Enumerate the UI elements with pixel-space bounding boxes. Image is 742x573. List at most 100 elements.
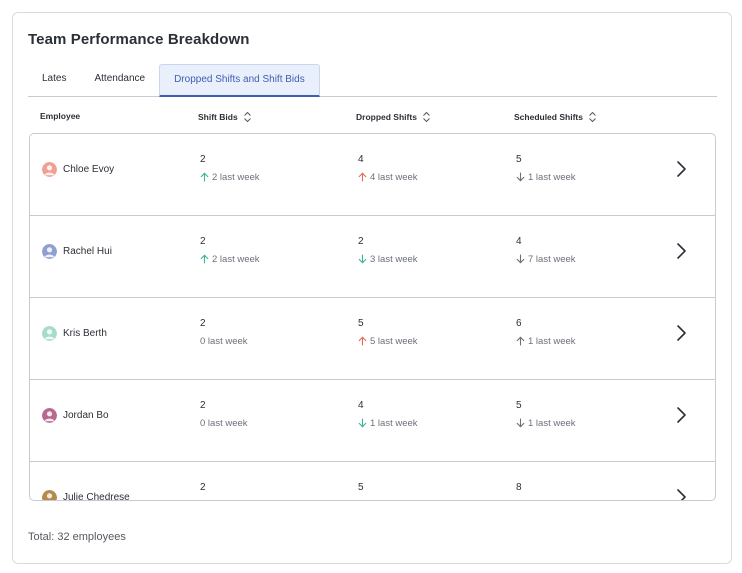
employee-cell: Kris Berth — [42, 298, 107, 368]
table-row[interactable]: Chloe Evoy 2 2 last week 4 4 last week 5… — [30, 134, 715, 216]
scheduled-shifts-delta: 7 last week — [516, 252, 576, 266]
employee-name: Jordan Bo — [63, 409, 109, 421]
delta-label: 2 last week — [212, 171, 260, 183]
column-header-label: Dropped Shifts — [356, 112, 417, 122]
shift-bids-delta: 0 last week — [200, 334, 248, 348]
arrow-up-icon — [200, 254, 209, 264]
employee-name: Kris Berth — [63, 327, 107, 339]
shift-bids-cell: 2 0 last week — [200, 318, 248, 348]
arrow-down-icon — [516, 418, 525, 428]
delta-label: 1 last week — [528, 417, 576, 429]
scheduled-shifts-value: 6 — [516, 318, 522, 329]
avatar — [42, 489, 57, 500]
delta-label: 3 last week — [370, 253, 418, 265]
delta-label: 1 last week — [528, 171, 576, 183]
tab-bar: Lates Attendance Dropped Shifts and Shif… — [28, 64, 717, 97]
scheduled-shifts-delta — [516, 498, 522, 500]
shift-bids-value: 2 — [200, 154, 206, 165]
table-row[interactable]: Kris Berth 2 0 last week 5 5 last week 6… — [30, 298, 715, 380]
employee-name: Rachel Hui — [63, 245, 112, 257]
person-avatar-icon — [42, 407, 57, 423]
avatar — [42, 407, 57, 423]
table-row[interactable]: Julie Chedrese 2 5 8 — [30, 462, 715, 501]
column-header-label: Employee — [40, 111, 81, 121]
dropped-shifts-cell: 4 4 last week — [358, 154, 418, 184]
dropped-shifts-cell: 4 1 last week — [358, 400, 418, 430]
dropped-shifts-cell: 5 5 last week — [358, 318, 418, 348]
delta-label: 7 last week — [528, 253, 576, 265]
table-row[interactable]: Rachel Hui 2 2 last week 2 3 last week 4… — [30, 216, 715, 298]
chevron-right-icon[interactable] — [675, 488, 687, 501]
employee-table-body: Chloe Evoy 2 2 last week 4 4 last week 5… — [29, 133, 716, 501]
column-header-scheduled-shifts[interactable]: Scheduled Shifts — [514, 111, 597, 123]
employee-name: Julie Chedrese — [63, 491, 130, 501]
arrow-up-icon — [358, 336, 367, 346]
person-avatar-icon — [42, 489, 57, 500]
column-header-shift-bids[interactable]: Shift Bids — [198, 111, 252, 123]
arrow-down-icon — [516, 172, 525, 182]
employee-cell: Jordan Bo — [42, 380, 109, 450]
dropped-shifts-value: 4 — [358, 400, 364, 411]
shift-bids-cell: 2 0 last week — [200, 400, 248, 430]
sort-icon[interactable] — [588, 111, 597, 123]
delta-label: 0 last week — [200, 335, 248, 347]
column-header-dropped-shifts[interactable]: Dropped Shifts — [356, 111, 431, 123]
dropped-shifts-value: 5 — [358, 318, 364, 329]
dropped-shifts-value: 5 — [358, 482, 364, 493]
shift-bids-cell: 2 — [200, 482, 206, 500]
table-row[interactable]: Jordan Bo 2 0 last week 4 1 last week 5 … — [30, 380, 715, 462]
scheduled-shifts-cell: 5 1 last week — [516, 400, 576, 430]
scheduled-shifts-value: 5 — [516, 400, 522, 411]
sort-icon[interactable] — [422, 111, 431, 123]
table-header: Employee Shift Bids Dropped Shifts Sched… — [28, 111, 717, 127]
shift-bids-cell: 2 2 last week — [200, 154, 260, 184]
person-avatar-icon — [42, 243, 57, 259]
person-avatar-icon — [42, 161, 57, 177]
dropped-shifts-cell: 5 — [358, 482, 364, 500]
delta-label: 1 last week — [528, 335, 576, 347]
scheduled-shifts-value: 5 — [516, 154, 522, 165]
chevron-right-icon[interactable] — [675, 242, 687, 260]
scheduled-shifts-value: 8 — [516, 482, 522, 493]
chevron-right-icon[interactable] — [675, 324, 687, 342]
team-performance-card: Team Performance Breakdown Lates Attenda… — [12, 12, 732, 564]
dropped-shifts-delta — [358, 498, 364, 500]
delta-label: 2 last week — [212, 253, 260, 265]
scheduled-shifts-delta: 1 last week — [516, 416, 576, 430]
scheduled-shifts-cell: 5 1 last week — [516, 154, 576, 184]
arrow-up-icon — [358, 172, 367, 182]
shift-bids-delta: 0 last week — [200, 416, 248, 430]
shift-bids-value: 2 — [200, 400, 206, 411]
tab-lates[interactable]: Lates — [28, 64, 80, 96]
dropped-shifts-cell: 2 3 last week — [358, 236, 418, 266]
scheduled-shifts-cell: 6 1 last week — [516, 318, 576, 348]
shift-bids-delta: 2 last week — [200, 170, 260, 184]
shift-bids-value: 2 — [200, 482, 206, 493]
scheduled-shifts-delta: 1 last week — [516, 170, 576, 184]
card-title: Team Performance Breakdown — [28, 31, 250, 48]
tab-attendance[interactable]: Attendance — [80, 64, 159, 96]
shift-bids-delta — [200, 498, 206, 500]
scheduled-shifts-delta: 1 last week — [516, 334, 576, 348]
scheduled-shifts-cell: 8 — [516, 482, 522, 500]
shift-bids-cell: 2 2 last week — [200, 236, 260, 266]
column-header-label: Shift Bids — [198, 112, 238, 122]
chevron-right-icon[interactable] — [675, 406, 687, 424]
arrow-down-icon — [358, 254, 367, 264]
delta-label: 1 last week — [370, 417, 418, 429]
delta-label: 5 last week — [370, 335, 418, 347]
avatar — [42, 243, 57, 259]
dropped-shifts-delta: 3 last week — [358, 252, 418, 266]
dropped-shifts-value: 4 — [358, 154, 364, 165]
total-employees: Total: 32 employees — [28, 531, 126, 543]
shift-bids-delta: 2 last week — [200, 252, 260, 266]
arrow-up-icon — [200, 172, 209, 182]
tab-dropped-shifts-and-shift-bids[interactable]: Dropped Shifts and Shift Bids — [159, 64, 320, 97]
column-header-label: Scheduled Shifts — [514, 112, 583, 122]
employee-cell: Julie Chedrese — [42, 462, 130, 501]
person-avatar-icon — [42, 325, 57, 341]
sort-icon[interactable] — [243, 111, 252, 123]
chevron-right-icon[interactable] — [675, 160, 687, 178]
column-header-employee: Employee — [40, 111, 80, 121]
dropped-shifts-delta: 1 last week — [358, 416, 418, 430]
